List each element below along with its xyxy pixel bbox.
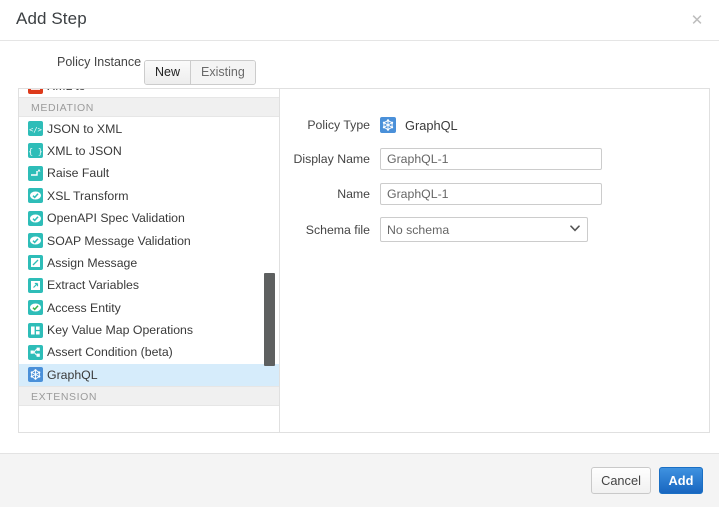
sidebar-item-assert-condition[interactable]: Assert Condition (beta) [19, 341, 279, 363]
policy-list-scroll-content: XML to MEDIATION </> JSON to XML { } XML… [19, 89, 279, 428]
policy-type-row: Policy Type [280, 117, 458, 133]
display-name-label: Display Name [280, 152, 380, 166]
sidebar-item-label: SOAP Message Validation [43, 234, 191, 248]
group-header-extension: EXTENSION [19, 386, 279, 406]
svg-text:{ }: { } [28, 147, 42, 156]
close-icon[interactable]: ✕ [687, 10, 707, 30]
policy-list-sidebar[interactable]: XML to MEDIATION </> JSON to XML { } XML… [19, 89, 280, 432]
sidebar-item-label: Assign Message [43, 256, 137, 270]
page-title: Add Step [16, 9, 87, 29]
sidebar-item-xml-to-json[interactable]: { } XML to JSON [19, 140, 279, 162]
schema-file-select[interactable]: No schema [380, 217, 588, 242]
sidebar-item-assign-message[interactable]: Assign Message [19, 252, 279, 274]
sidebar-item-label: OpenAPI Spec Validation [43, 211, 185, 225]
sidebar-item-raise-fault[interactable]: Raise Fault [19, 162, 279, 184]
dialog-header: Add Step ✕ [0, 0, 719, 41]
add-step-dialog: Add Step ✕ Policy Instance New Existing … [0, 0, 719, 507]
dialog-footer: Cancel Add [0, 453, 719, 507]
extension-group-body [19, 406, 279, 428]
name-label: Name [280, 187, 380, 201]
policy-config-form: Policy Type [280, 89, 709, 432]
sidebar-item-key-value-map-operations[interactable]: Key Value Map Operations [19, 319, 279, 341]
group-header-mediation: MEDIATION [19, 97, 279, 117]
xsl-transform-icon [28, 188, 43, 203]
json-to-xml-icon: </> [28, 121, 43, 136]
policy-instance-option-new[interactable]: New [145, 61, 190, 84]
sidebar-item-openapi-spec-validation[interactable]: OpenAPI Spec Validation [19, 207, 279, 229]
policy-type-value: GraphQL [380, 117, 458, 133]
sidebar-item-label: XML to JSON [43, 144, 122, 158]
schema-file-row: Schema file No schema [280, 217, 588, 242]
sidebar-item-label: Assert Condition (beta) [43, 345, 173, 359]
sidebar-scrollbar-thumb[interactable] [264, 273, 275, 366]
schema-file-select-wrapper[interactable]: No schema [380, 217, 588, 242]
policy-type-name: GraphQL [396, 118, 458, 133]
policy-type-label: Policy Type [280, 118, 380, 132]
sidebar-item-label: Extract Variables [43, 278, 139, 292]
graphql-icon [380, 117, 396, 133]
sidebar-item-label: XSL Transform [43, 189, 129, 203]
sidebar-item-label: Access Entity [43, 301, 121, 315]
display-name-input[interactable] [380, 148, 602, 170]
sidebar-item-access-entity[interactable]: Access Entity [19, 297, 279, 319]
key-value-map-operations-icon [28, 323, 43, 338]
name-input[interactable] [380, 183, 602, 205]
graphql-icon [28, 367, 43, 382]
list-item-label: XML to [43, 89, 86, 93]
sidebar-item-label: JSON to XML [43, 122, 122, 136]
sidebar-scrollbar[interactable] [264, 89, 275, 432]
add-button[interactable]: Add [659, 467, 703, 494]
sidebar-item-label: Raise Fault [43, 166, 109, 180]
policy-instance-row: Policy Instance [0, 41, 719, 86]
display-name-row: Display Name [280, 148, 602, 170]
svg-text:</>: </> [29, 126, 42, 134]
sidebar-item-graphql[interactable]: GraphQL [19, 364, 279, 386]
assert-condition-icon [28, 345, 43, 360]
policy-instance-option-existing[interactable]: Existing [190, 61, 255, 84]
extract-variables-icon [28, 278, 43, 293]
assign-message-icon [28, 255, 43, 270]
sidebar-item-soap-message-validation[interactable]: SOAP Message Validation [19, 229, 279, 251]
policy-instance-label: Policy Instance [57, 55, 141, 69]
sidebar-item-label: Key Value Map Operations [43, 323, 193, 337]
schema-file-label: Schema file [280, 223, 380, 237]
sidebar-item-json-to-xml[interactable]: </> JSON to XML [19, 117, 279, 139]
soap-message-validation-icon [28, 233, 43, 248]
xml-threat-protection-icon [28, 89, 43, 94]
access-entity-icon [28, 300, 43, 315]
dialog-body: XML to MEDIATION </> JSON to XML { } XML… [18, 88, 710, 433]
raise-fault-icon [28, 166, 43, 181]
name-row: Name [280, 183, 602, 205]
openapi-spec-validation-icon [28, 211, 43, 226]
policy-instance-toggle[interactable]: New Existing [144, 60, 256, 85]
xml-to-json-icon: { } [28, 143, 43, 158]
list-item[interactable]: XML to [19, 89, 279, 97]
sidebar-item-xsl-transform[interactable]: XSL Transform [19, 185, 279, 207]
cancel-button[interactable]: Cancel [591, 467, 651, 494]
sidebar-item-label: GraphQL [43, 368, 98, 382]
sidebar-item-extract-variables[interactable]: Extract Variables [19, 274, 279, 296]
